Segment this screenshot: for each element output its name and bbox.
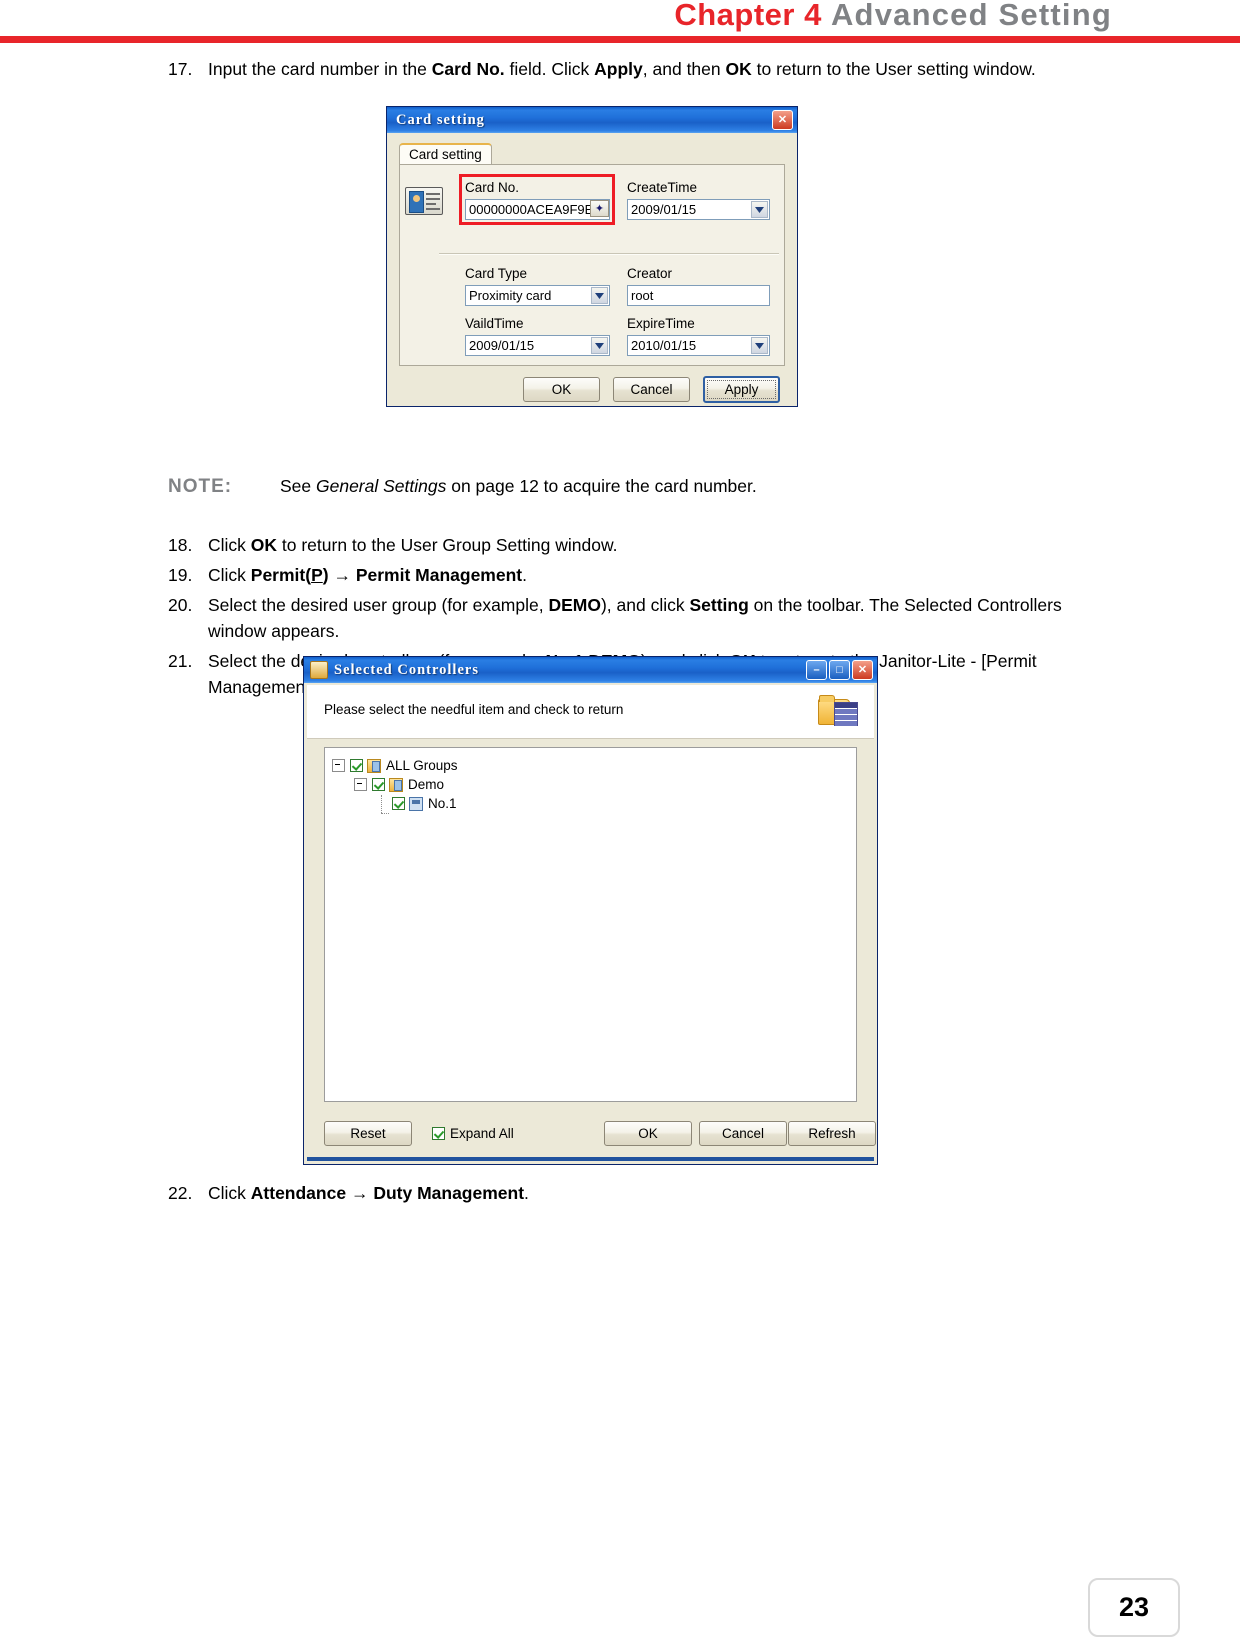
chevron-down-icon[interactable] (751, 201, 768, 218)
card-setting-window[interactable]: Card setting ✕ Card setting Card No. 000… (386, 106, 798, 407)
card-type-combobox[interactable]: Proximity card (465, 285, 610, 306)
expire-time-label: ExpireTime (627, 316, 695, 331)
selected-controllers-titlebar[interactable]: Selected Controllers – □ ✕ (304, 657, 877, 683)
page-header: Chapter 4 Advanced Setting (0, 0, 1240, 43)
tree-item-no1[interactable]: No.1 (325, 794, 856, 814)
expire-time-combobox[interactable]: 2010/01/15 (627, 335, 770, 356)
card-type-value: Proximity card (469, 288, 552, 303)
expire-time-value: 2010/01/15 (631, 338, 697, 353)
chapter-subtitle: Advanced Setting (830, 0, 1112, 32)
valid-time-combobox[interactable]: 2009/01/15 (465, 335, 610, 356)
card-setting-divider (439, 253, 779, 255)
selected-controllers-window[interactable]: Selected Controllers – □ ✕ Please select… (303, 656, 878, 1165)
selected-controllers-window-buttons: – □ ✕ (806, 660, 873, 680)
close-icon[interactable]: ✕ (772, 110, 793, 130)
tree-checkbox[interactable] (372, 778, 385, 791)
cancel-button[interactable]: Cancel (699, 1121, 787, 1146)
create-time-label: CreateTime (627, 180, 698, 195)
group-folder-icon (389, 777, 403, 792)
step-22: 22. Click Attendance → Duty Management. (168, 1180, 1068, 1206)
creator-label: Creator (627, 266, 673, 281)
chevron-down-icon[interactable] (591, 337, 608, 354)
step-18-number: 18. (168, 535, 193, 555)
footer-accent-bar (307, 1157, 874, 1161)
chapter-label: Chapter 4 (674, 0, 822, 32)
card-setting-titlebar[interactable]: Card setting ✕ (387, 107, 797, 133)
card-type-label: Card Type (465, 266, 528, 281)
ok-button[interactable]: OK (523, 377, 600, 402)
step-22-number: 22. (168, 1183, 193, 1203)
minimize-icon[interactable]: – (806, 660, 827, 680)
tree-item-demo[interactable]: Demo (325, 775, 856, 794)
page-number: 23 (1088, 1578, 1180, 1637)
controller-icon (409, 796, 423, 811)
note-label: NOTE: (168, 476, 233, 497)
selected-controllers-title: Selected Controllers (334, 661, 479, 678)
refresh-button[interactable]: Refresh (788, 1121, 876, 1146)
step-18-text: Click OK to return to the User Group Set… (208, 535, 618, 555)
step-22-text: Click Attendance → Duty Management. (208, 1183, 529, 1203)
create-time-combobox[interactable]: 2009/01/15 (627, 199, 770, 220)
tab-card-setting[interactable]: Card setting (399, 143, 492, 165)
step-17-text: Input the card number in the Card No. fi… (208, 59, 1036, 79)
cancel-button[interactable]: Cancel (613, 377, 690, 402)
note-block: NOTE: See General Settings on page 12 to… (168, 476, 1068, 498)
step-21-number: 21. (168, 651, 193, 671)
tree-item-all-groups[interactable]: ALL Groups (325, 756, 856, 775)
step-18: 18. Click OK to return to the User Group… (168, 532, 1068, 558)
tree-item-label: No.1 (428, 796, 457, 811)
card-no-spinner-button[interactable]: ✦ (590, 200, 609, 217)
note-text: See General Settings on page 12 to acqui… (280, 476, 757, 496)
valid-time-label: VaildTime (465, 316, 524, 331)
card-setting-window-buttons: ✕ (772, 110, 793, 130)
card-setting-title: Card setting (396, 111, 485, 128)
collapse-icon[interactable] (354, 778, 367, 791)
ok-button[interactable]: OK (604, 1121, 692, 1146)
page-title: Chapter 4 Advanced Setting (674, 0, 1112, 33)
card-no-label: Card No. (465, 180, 520, 195)
tree-checkbox[interactable] (350, 759, 363, 772)
apply-button[interactable]: Apply (703, 376, 780, 403)
close-icon[interactable]: ✕ (852, 660, 873, 680)
id-card-icon (405, 187, 443, 217)
step-19-text: Click Permit(P) → Permit Management. (208, 565, 527, 585)
checkbox-box[interactable] (432, 1127, 445, 1140)
card-setting-tabstrip: Card setting (399, 143, 492, 165)
selected-controllers-footer: Reset Expand All OK Cancel Refresh (307, 1109, 876, 1161)
collapse-icon[interactable] (332, 759, 345, 772)
creator-input[interactable]: root (627, 285, 770, 306)
maximize-icon[interactable]: □ (829, 660, 850, 680)
create-time-value: 2009/01/15 (631, 202, 697, 217)
step-17: 17. Input the card number in the Card No… (168, 56, 1068, 82)
chevron-down-icon[interactable] (751, 337, 768, 354)
controllers-tree[interactable]: ALL Groups Demo No.1 (324, 747, 857, 1102)
selected-controllers-topbar: Please select the needful item and check… (307, 685, 874, 739)
step-20: 20. Select the desired user group (for e… (168, 592, 1068, 644)
tree-item-label: Demo (408, 777, 445, 792)
selected-controllers-body: Please select the needful item and check… (304, 683, 877, 1164)
expand-all-label: Expand All (450, 1126, 514, 1141)
step-17-number: 17. (168, 59, 193, 79)
window-app-icon (310, 661, 328, 679)
step-19-number: 19. (168, 565, 193, 585)
card-setting-body: Card setting Card No. 00000000ACEA9F9E ✦… (387, 133, 797, 406)
selection-hint-text: Please select the needful item and check… (324, 702, 624, 717)
step-20-number: 20. (168, 595, 193, 615)
tree-item-label: ALL Groups (386, 758, 458, 773)
header-divider (0, 36, 1240, 43)
folder-grid-icon (818, 693, 858, 729)
chevron-down-icon[interactable] (591, 287, 608, 304)
reset-button[interactable]: Reset (324, 1121, 412, 1146)
expand-all-checkbox[interactable]: Expand All (432, 1126, 514, 1141)
card-no-input[interactable]: 00000000ACEA9F9E (465, 199, 610, 220)
group-folder-icon (367, 758, 381, 773)
tree-checkbox[interactable] (392, 797, 405, 810)
page-content: 17. Input the card number in the Card No… (168, 56, 1068, 86)
valid-time-value: 2009/01/15 (469, 338, 535, 353)
step-19: 19. Click Permit(P) → Permit Management. (168, 562, 1068, 588)
page-content-final: 22. Click Attendance → Duty Management. (168, 1180, 1068, 1210)
step-20-text: Select the desired user group (for examp… (208, 595, 1062, 641)
